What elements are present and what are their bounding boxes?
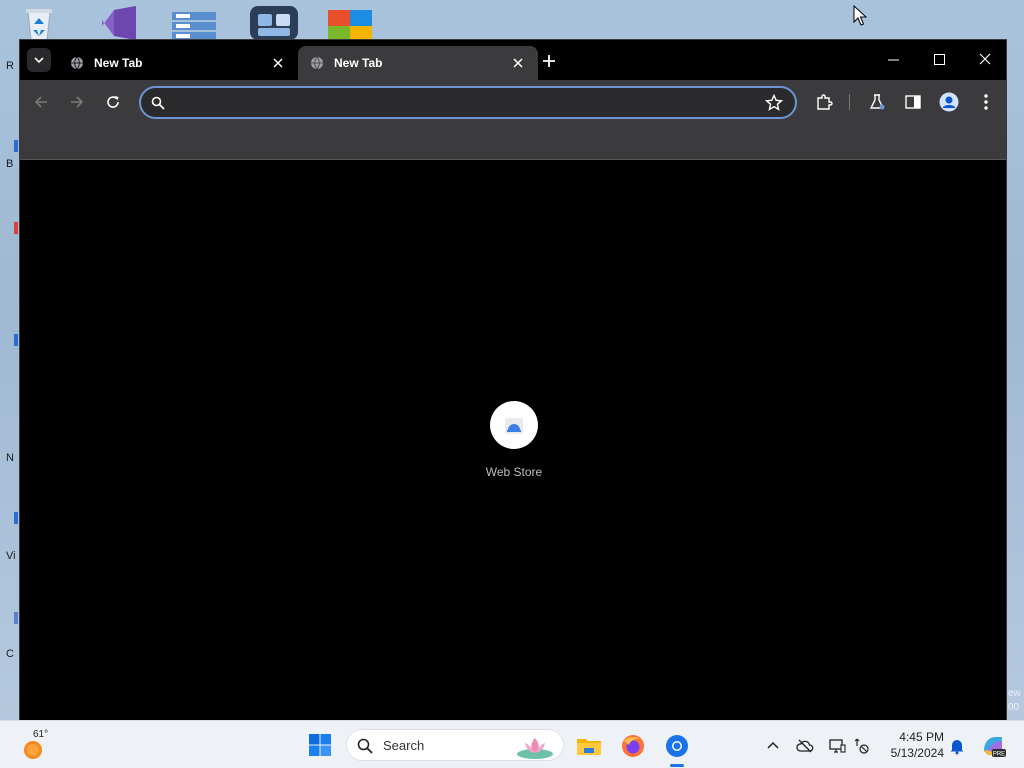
chrome-browser-window: New Tab New Tab Web Store [19,39,1007,720]
toolbar-separator [849,94,850,110]
firefox-icon [622,735,644,757]
windows-logo-icon [309,734,331,756]
menu-button[interactable] [975,91,997,113]
reload-icon [107,96,119,108]
desktop-label-fragment: N [6,452,14,464]
clock-time: 4:45 PM [899,730,944,744]
tab-title: New Tab [334,56,383,70]
desktop-icon-fragment [14,334,18,346]
sun-weather-icon [24,741,42,759]
new-tab-page: Web Store [20,161,1006,720]
search-icon [357,738,373,754]
bookmark-star-icon[interactable] [765,94,783,112]
side-panel-button[interactable] [902,91,924,113]
copilot-pre-icon[interactable]: PRE [980,733,1006,759]
start-button[interactable] [308,733,332,757]
chrome-labs-button[interactable] [866,91,888,113]
mouse-cursor-icon [853,5,867,26]
arrow-left-icon [34,96,47,108]
chrome-taskbar-button[interactable] [664,733,690,759]
network-icon[interactable] [853,737,871,755]
shortcut-web-store[interactable]: Web Store [464,401,564,491]
minimize-button[interactable] [870,46,916,72]
shortcut-tile[interactable] [490,401,538,449]
close-icon [979,53,991,65]
puzzle-icon [817,94,833,110]
tab-title: New Tab [94,56,143,70]
chrome-icon [666,735,688,757]
display-icon[interactable] [828,737,846,755]
close-icon [273,58,283,68]
search-highlight-lotus-icon [517,738,553,759]
title-bar: New Tab New Tab [20,40,1006,80]
reload-button[interactable] [101,90,125,114]
file-explorer-taskbar-button[interactable] [576,733,602,759]
clock-date: 5/13/2024 [890,746,944,760]
back-button[interactable] [29,90,53,114]
search-label: Search [383,738,425,753]
minimize-icon [887,59,899,60]
side-panel-icon [905,95,921,109]
tab-close-button[interactable] [510,55,526,71]
desktop-label-fragment: 00 [1008,702,1020,713]
bookmarks-bar [20,124,1006,160]
tab-new-tab-2[interactable]: New Tab [298,46,538,80]
active-app-indicator [670,764,684,767]
desktop-icon-fragment [14,512,18,524]
desktop-label-fragment: C [6,648,14,660]
profile-button[interactable] [938,91,960,113]
system-clock[interactable]: 4:45 PM 5/13/2024 [880,729,944,761]
weather-widget[interactable]: 61° [22,729,62,761]
close-window-button[interactable] [962,46,1008,72]
tab-search-button[interactable] [27,48,51,72]
onedrive-offline-icon[interactable] [796,737,814,755]
forward-button[interactable] [65,90,89,114]
new-tab-button[interactable] [538,50,560,72]
firefox-taskbar-button[interactable] [620,733,646,759]
desktop-icon-fragment [14,612,18,624]
globe-icon [311,56,323,70]
chevron-up-icon[interactable] [764,737,782,755]
plus-icon [543,55,555,67]
chevron-down-icon [34,57,44,63]
recycle-bin-icon[interactable] [20,6,58,41]
tab-close-button[interactable] [270,55,286,71]
taskbar-search-box[interactable]: Search [346,729,564,761]
folder-icon [577,739,601,755]
notification-bell-icon[interactable] [948,737,966,755]
address-bar[interactable] [139,86,797,119]
close-icon [513,58,523,68]
address-input[interactable] [173,92,753,113]
desktop-label-fragment: ew [1008,688,1021,699]
desktop-label-fragment: B [6,158,14,170]
web-store-icon [505,418,523,434]
maximize-button[interactable] [916,46,962,72]
taskbar: 61° Search 4:45 PM 5/13/2024 PRE [0,720,1024,768]
globe-icon [71,56,83,70]
browser-toolbar [20,80,1006,124]
desktop-label-fragment: Vi [6,550,16,562]
profile-avatar-icon [939,92,959,112]
kebab-menu-icon [984,94,988,110]
extensions-button[interactable] [813,91,835,113]
flask-icon [869,94,885,110]
tab-new-tab-1[interactable]: New Tab [58,46,298,80]
search-icon [151,96,165,110]
maximize-icon [933,53,945,65]
arrow-right-icon [71,96,84,108]
shortcut-label: Web Store [485,465,543,479]
desktop-icon-fragment [14,140,18,152]
desktop-label-fragment: R [6,60,14,72]
svg-text:PRE: PRE [993,752,1005,758]
desktop-icon-fragment [14,222,18,234]
